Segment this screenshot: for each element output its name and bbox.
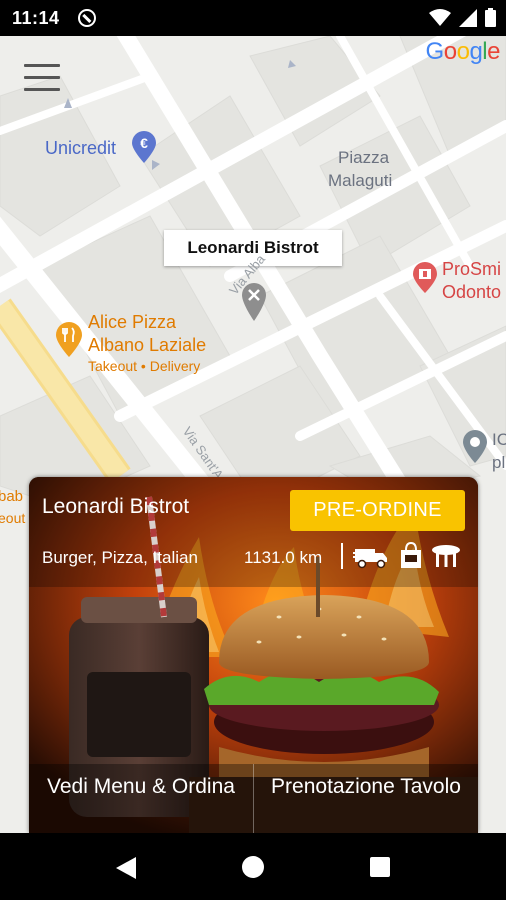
status-icons xyxy=(429,8,496,27)
wifi-icon xyxy=(429,8,451,26)
poi-left-line2: eout xyxy=(0,510,26,526)
takeaway-bag-icon xyxy=(401,541,421,568)
preorder-button[interactable]: PRE-ORDINE xyxy=(290,490,465,531)
card-actions: Vedi Menu & Ordina Prenotazione Tavolo xyxy=(29,764,478,833)
cuisine-text: Burger, Pizza, Italian xyxy=(42,548,198,567)
restaurant-name: Leonardi Bistrot xyxy=(42,495,190,518)
status-time: 11:14 xyxy=(12,8,60,28)
battery-icon xyxy=(485,8,496,27)
system-nav-bar xyxy=(0,833,506,900)
poi-alice-line1[interactable]: Alice Pizza xyxy=(88,312,176,333)
place-pin-icon[interactable] xyxy=(462,430,488,464)
poi-piazza-line2: Malaguti xyxy=(328,171,393,190)
dine-in-table-icon xyxy=(432,545,460,567)
restaurant-fork-knife-icon[interactable] xyxy=(55,322,83,358)
info-divider xyxy=(341,543,343,569)
poi-alice-subtitle: Takeout • Delivery xyxy=(88,358,201,374)
poi-right-line1: IC xyxy=(492,430,506,449)
back-icon[interactable] xyxy=(116,857,136,879)
status-bar: 11:14 xyxy=(0,0,506,36)
poi-prosmile-line2[interactable]: Odonto xyxy=(442,282,501,303)
poi-unicredit-label[interactable]: Unicredit xyxy=(45,138,116,159)
hamburger-menu-icon[interactable] xyxy=(24,64,60,92)
dental-clinic-icon[interactable] xyxy=(412,262,438,294)
distance-text: 1131.0 km xyxy=(244,548,323,567)
restaurant-card[interactable]: Leonardi Bistrot PRE-ORDINE Burger, Pizz… xyxy=(29,477,478,833)
google-logo: Google xyxy=(425,38,501,65)
cellular-icon xyxy=(459,8,477,27)
poi-left-line1: bab xyxy=(0,488,24,505)
poi-alice-line2[interactable]: Albano Laziale xyxy=(88,335,206,356)
bank-euro-icon[interactable]: € xyxy=(130,130,158,164)
recent-apps-icon[interactable] xyxy=(370,857,390,877)
poi-right-line2: pl xyxy=(492,453,506,472)
delivery-truck-icon xyxy=(353,549,387,569)
poi-piazza-line1: Piazza xyxy=(338,148,390,167)
reserve-table-button[interactable]: Prenotazione Tavolo xyxy=(254,764,478,810)
view-menu-button[interactable]: Vedi Menu & Ordina xyxy=(29,764,253,810)
home-icon[interactable] xyxy=(242,856,264,878)
poi-prosmile-line1[interactable]: ProSmi xyxy=(442,259,501,280)
do-not-disturb-icon xyxy=(78,9,96,27)
svg-text:€: € xyxy=(140,135,148,151)
